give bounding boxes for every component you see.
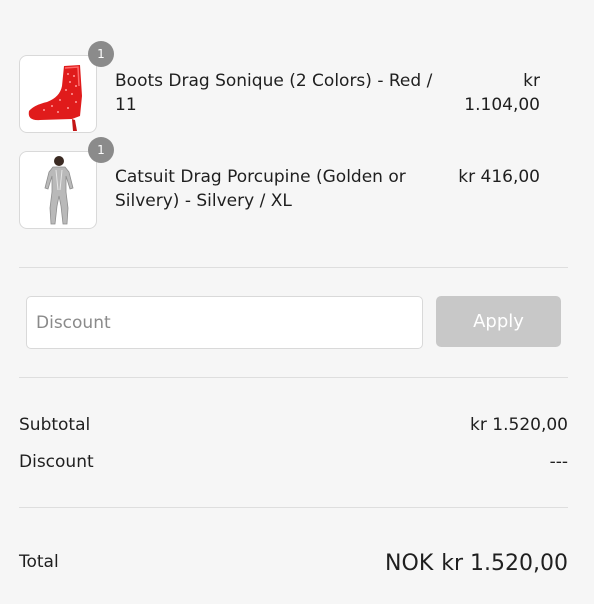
subtotal-value: kr 1.520,00: [470, 415, 568, 435]
divider: [19, 507, 568, 508]
item-name: Catsuit Drag Porcupine (Golden or Silver…: [115, 167, 406, 211]
total-value: kr 1.520,00: [441, 551, 568, 576]
currency-code: NOK: [385, 551, 434, 576]
item-name: Boots Drag Sonique (2 Colors) - Red / 11: [115, 71, 433, 115]
subtotal-label: Subtotal: [19, 415, 91, 435]
total-amount: NOK kr 1.520,00: [385, 551, 568, 576]
red-spiked-boot-image: [28, 65, 82, 131]
line-item: 1 Catsuit Drag Porcupine (Golden or Silv…: [19, 137, 549, 231]
total-label: Total: [19, 552, 59, 572]
divider: [19, 267, 568, 268]
line-item: 1 Boots Drag Sonique (2 Colors) - Red / …: [19, 41, 549, 135]
discount-code-input[interactable]: [26, 296, 423, 349]
discount-label: Discount: [19, 452, 94, 472]
discount-value: ---: [549, 452, 568, 472]
quantity-badge: 1: [88, 137, 114, 163]
item-price: kr 416,00: [458, 167, 540, 187]
item-price: kr 1.104,00: [464, 71, 540, 115]
product-thumbnail: [19, 55, 97, 133]
silver-catsuit-image: [44, 156, 74, 225]
apply-discount-button[interactable]: Apply: [436, 296, 561, 347]
divider: [19, 377, 568, 378]
product-thumbnail: [19, 151, 97, 229]
quantity-badge: 1: [88, 41, 114, 67]
